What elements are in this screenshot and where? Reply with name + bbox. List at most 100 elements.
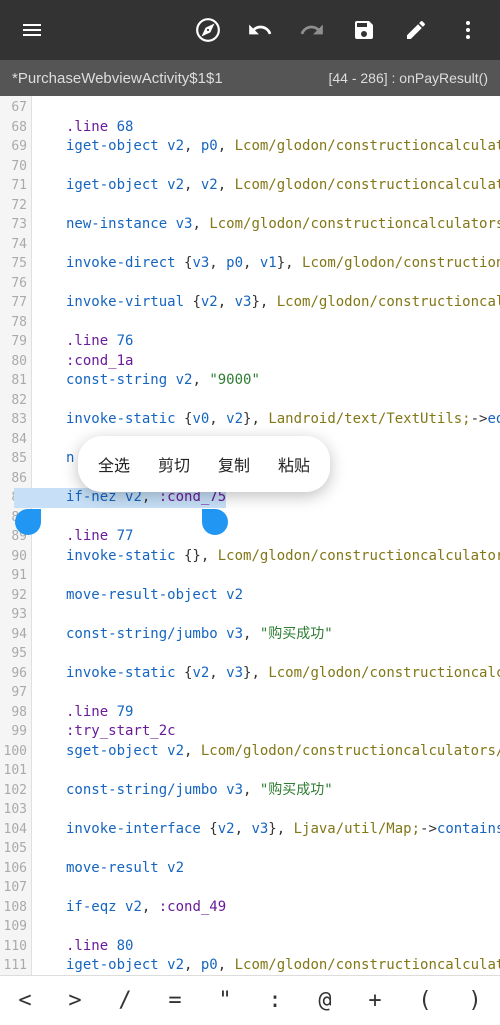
symbol-key[interactable]: ( — [400, 976, 450, 1025]
line-number: 101 — [0, 761, 31, 781]
code-line[interactable]: if-eqz v2, :cond_49 — [32, 898, 500, 918]
code-line[interactable] — [32, 98, 500, 118]
code-line[interactable]: const-string/jumbo v3, "购买成功" — [32, 625, 500, 645]
code-line[interactable] — [32, 917, 500, 937]
symbol-key[interactable]: = — [150, 976, 200, 1025]
code-editor[interactable]: 6768697071727374757677787980818283848586… — [0, 96, 500, 975]
code-line[interactable]: const-string v2, "9000" — [32, 371, 500, 391]
line-number: 99 — [0, 722, 31, 742]
code-line[interactable]: invoke-interface {v2, v3}, Ljava/util/Ma… — [32, 820, 500, 840]
code-line[interactable] — [32, 800, 500, 820]
code-line[interactable] — [32, 839, 500, 859]
symbol-key[interactable]: > — [50, 976, 100, 1025]
symbol-key[interactable]: " — [200, 976, 250, 1025]
compass-icon[interactable] — [184, 6, 232, 54]
status-bar: *PurchaseWebviewActivity$1$1 [44 - 286] … — [0, 60, 500, 96]
code-line[interactable]: invoke-static {v0, v2}, Landroid/text/Te… — [32, 410, 500, 430]
code-line[interactable] — [32, 761, 500, 781]
cursor-position: [44 - 286] : onPayResult() — [328, 70, 488, 86]
code-line[interactable]: sget-object v2, Lcom/glodon/construction… — [32, 742, 500, 762]
line-number: 72 — [0, 196, 31, 216]
code-line[interactable] — [32, 878, 500, 898]
line-number: 70 — [0, 157, 31, 177]
menu-copy[interactable]: 复制 — [204, 446, 264, 482]
line-number: 78 — [0, 313, 31, 333]
line-number: 96 — [0, 664, 31, 684]
code-line[interactable]: iget-object v2, p0, Lcom/glodon/construc… — [32, 956, 500, 975]
menu-paste[interactable]: 粘贴 — [264, 446, 324, 482]
code-line[interactable]: move-result-object v2 — [32, 586, 500, 606]
line-number: 83 — [0, 410, 31, 430]
code-line[interactable]: new-instance v3, Lcom/glodon/constructio… — [32, 215, 500, 235]
code-line[interactable] — [32, 274, 500, 294]
code-line[interactable] — [32, 683, 500, 703]
code-line[interactable] — [32, 313, 500, 333]
code-line[interactable]: invoke-direct {v3, p0, v1}, Lcom/glodon/… — [32, 254, 500, 274]
line-number: 94 — [0, 625, 31, 645]
code-line[interactable]: :try_start_2c — [32, 722, 500, 742]
symbol-key[interactable]: @ — [300, 976, 350, 1025]
symbol-key[interactable]: < — [0, 976, 50, 1025]
save-icon[interactable] — [340, 6, 388, 54]
code-line[interactable]: move-result v2 — [32, 859, 500, 879]
code-line[interactable]: const-string/jumbo v3, "购买成功" — [32, 781, 500, 801]
line-number: 98 — [0, 703, 31, 723]
code-line[interactable]: iget-object v2, p0, Lcom/glodon/construc… — [32, 137, 500, 157]
line-number: 111 — [0, 956, 31, 975]
line-number: 105 — [0, 839, 31, 859]
line-number: 93 — [0, 605, 31, 625]
code-line[interactable] — [32, 605, 500, 625]
top-toolbar — [0, 0, 500, 60]
code-line[interactable] — [32, 235, 500, 255]
line-number: 102 — [0, 781, 31, 801]
code-line[interactable] — [32, 391, 500, 411]
code-line[interactable]: .line 68 — [32, 118, 500, 138]
line-gutter: 6768697071727374757677787980818283848586… — [0, 96, 32, 975]
line-number: 86 — [0, 469, 31, 489]
code-line[interactable] — [32, 644, 500, 664]
line-number: 95 — [0, 644, 31, 664]
symbol-key[interactable]: + — [350, 976, 400, 1025]
code-line[interactable]: :cond_1a — [32, 352, 500, 372]
symbol-key[interactable]: / — [100, 976, 150, 1025]
code-line[interactable]: invoke-static {v2, v3}, Lcom/glodon/cons… — [32, 664, 500, 684]
line-number: 71 — [0, 176, 31, 196]
symbol-key[interactable]: : — [250, 976, 300, 1025]
code-line[interactable] — [32, 157, 500, 177]
line-number: 104 — [0, 820, 31, 840]
code-line[interactable]: .line 77 — [32, 527, 500, 547]
menu-icon[interactable] — [8, 6, 56, 54]
code-line[interactable] — [32, 196, 500, 216]
more-icon[interactable] — [444, 6, 492, 54]
code-line[interactable]: .line 76 — [32, 332, 500, 352]
line-number: 91 — [0, 566, 31, 586]
code-line[interactable]: .line 79 — [32, 703, 500, 723]
selection-handle-left[interactable] — [15, 509, 41, 535]
line-number: 106 — [0, 859, 31, 879]
code-line[interactable] — [32, 508, 500, 528]
menu-cut[interactable]: 剪切 — [144, 446, 204, 482]
menu-select-all[interactable]: 全选 — [84, 446, 144, 482]
redo-icon[interactable] — [288, 6, 336, 54]
code-line[interactable]: .line 80 — [32, 937, 500, 957]
code-line[interactable]: invoke-static {}, Lcom/glodon/constructi… — [32, 547, 500, 567]
line-number: 76 — [0, 274, 31, 294]
selection-handle-right[interactable] — [202, 509, 228, 535]
symbol-key[interactable]: ) — [450, 976, 500, 1025]
line-number: 69 — [0, 137, 31, 157]
line-number: 100 — [0, 742, 31, 762]
code-line[interactable]: invoke-virtual {v2, v3}, Lcom/glodon/con… — [32, 293, 500, 313]
line-number: 81 — [0, 371, 31, 391]
line-number: 74 — [0, 235, 31, 255]
file-name: *PurchaseWebviewActivity$1$1 — [12, 70, 223, 87]
line-number: 84 — [0, 430, 31, 450]
line-number: 82 — [0, 391, 31, 411]
line-number: 92 — [0, 586, 31, 606]
code-area[interactable]: .line 68iget-object v2, p0, Lcom/glodon/… — [32, 96, 500, 975]
line-number: 110 — [0, 937, 31, 957]
code-line[interactable] — [32, 566, 500, 586]
edit-icon[interactable] — [392, 6, 440, 54]
line-number: 77 — [0, 293, 31, 313]
code-line[interactable]: iget-object v2, v2, Lcom/glodon/construc… — [32, 176, 500, 196]
undo-icon[interactable] — [236, 6, 284, 54]
